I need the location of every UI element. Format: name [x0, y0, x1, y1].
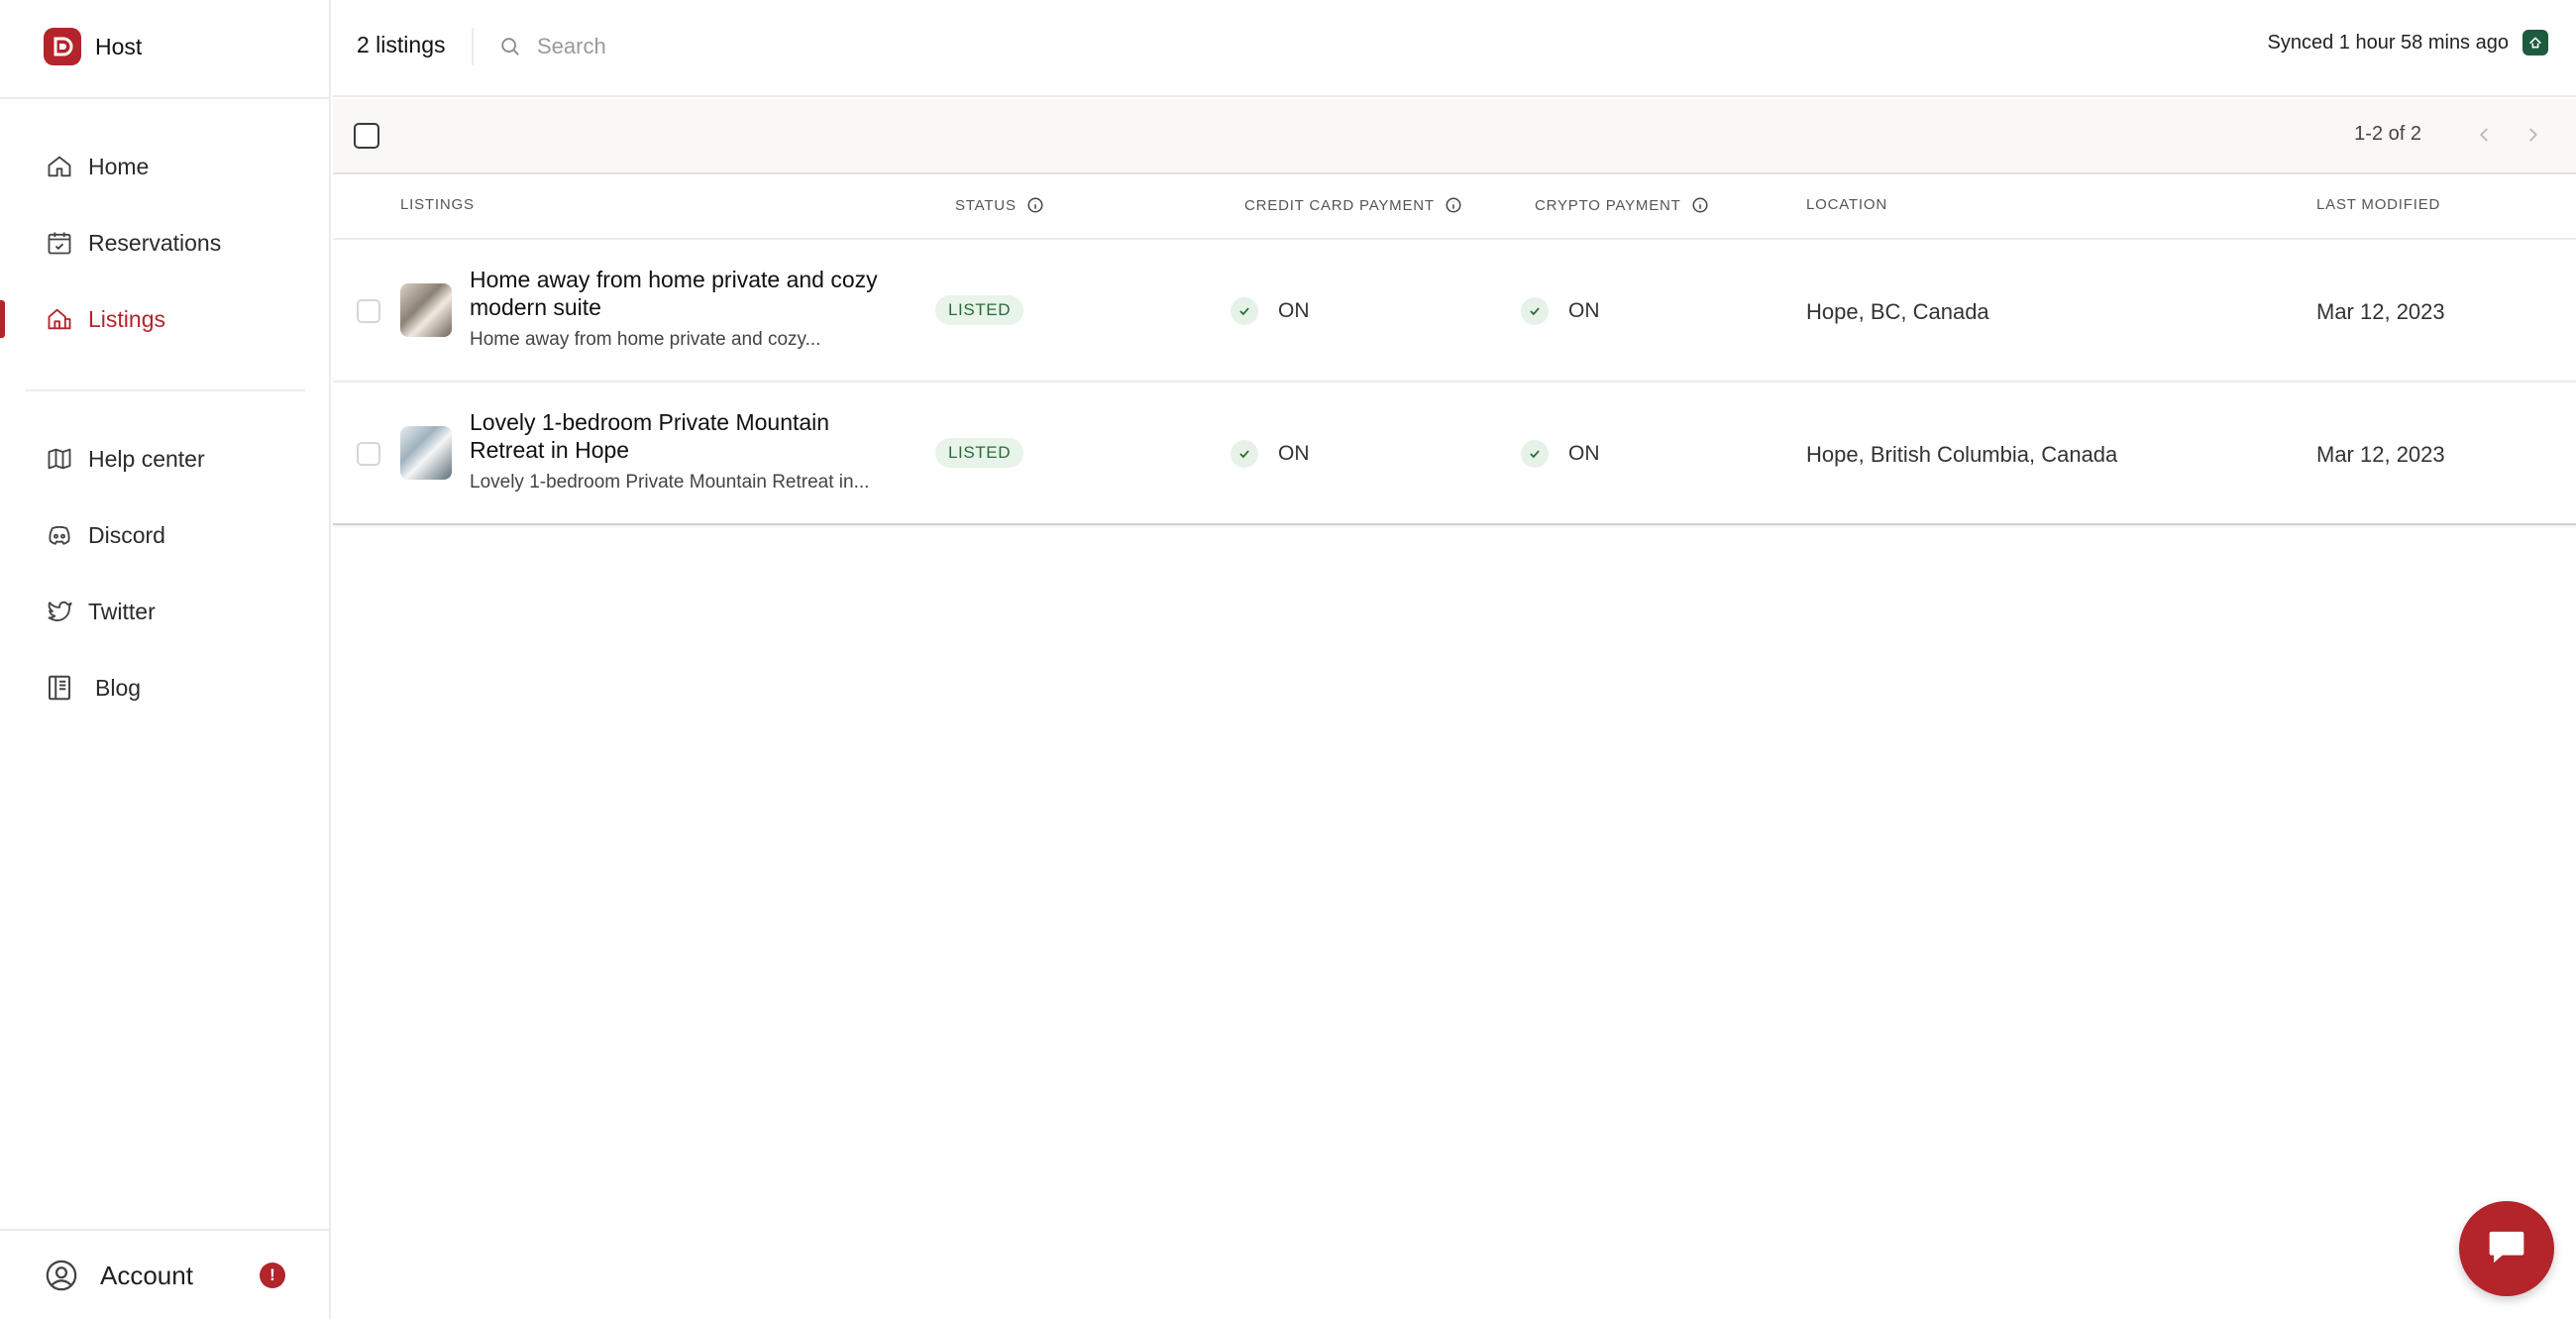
- column-header-last-modified[interactable]: LAST MODIFIED: [2316, 196, 2440, 213]
- sidebar-item-label: Reservations: [88, 229, 222, 256]
- sidebar-item-label: Blog: [95, 674, 142, 701]
- column-header-crypto[interactable]: CRYPTO PAYMENT: [1535, 196, 1709, 214]
- sidebar-item-label: Help center: [88, 445, 205, 472]
- listing-subtitle: Lovely 1-bedroom Private Mountain Retrea…: [470, 472, 870, 493]
- column-header-label: LISTINGS: [400, 196, 475, 213]
- sync-app-icon[interactable]: [2522, 30, 2548, 55]
- check-icon: [1231, 440, 1258, 468]
- crypto-label: ON: [1568, 442, 1600, 465]
- search-icon: [497, 34, 523, 59]
- sidebar-item-twitter[interactable]: Twitter: [0, 587, 331, 636]
- crypto-label: ON: [1568, 299, 1600, 322]
- calendar-icon: [44, 227, 75, 259]
- credit-card-label: ON: [1278, 442, 1310, 465]
- sidebar-item-home[interactable]: Home: [0, 142, 331, 191]
- sidebar-item-reservations[interactable]: Reservations: [0, 218, 331, 268]
- column-header-label: CREDIT CARD PAYMENT: [1244, 196, 1435, 214]
- listing-subtitle: Home away from home private and cozy...: [470, 329, 821, 350]
- twitter-icon: [44, 596, 75, 627]
- column-header-label: STATUS: [955, 196, 1017, 214]
- topbar: 2 listings Synced 1 hour 58 mins ago: [333, 0, 2576, 97]
- credit-card-status: ON: [1231, 297, 1310, 325]
- row-checkbox[interactable]: [357, 442, 380, 466]
- status-badge: LISTED: [935, 438, 1024, 468]
- column-header-label: LOCATION: [1806, 196, 1887, 213]
- account-menu[interactable]: Account !: [0, 1251, 331, 1300]
- credit-card-label: ON: [1278, 299, 1310, 322]
- sidebar-item-discord[interactable]: Discord: [0, 510, 331, 560]
- building-icon: [44, 303, 75, 335]
- map-icon: [44, 443, 75, 475]
- home-icon: [44, 151, 75, 182]
- info-icon[interactable]: [1445, 196, 1462, 214]
- user-circle-icon: [44, 1258, 79, 1293]
- next-page-button[interactable]: [2517, 119, 2548, 151]
- status-badge: LISTED: [935, 295, 1024, 325]
- alert-icon: !: [260, 1263, 285, 1288]
- select-all-checkbox[interactable]: [354, 123, 379, 149]
- sync-status: Synced 1 hour 58 mins ago: [2267, 30, 2548, 55]
- check-icon: [1521, 297, 1549, 325]
- divider: [26, 389, 305, 391]
- book-icon: [44, 672, 75, 704]
- crypto-status: ON: [1521, 297, 1600, 325]
- sidebar-item-listings[interactable]: Listings: [0, 294, 331, 344]
- chat-support-button[interactable]: [2459, 1201, 2554, 1296]
- listing-title[interactable]: Lovely 1-bedroom Private Mountain Retrea…: [470, 408, 896, 464]
- table-header: LISTINGS STATUS CREDIT CARD PAYMENT CRYP…: [333, 176, 2576, 240]
- location-cell: Hope, BC, Canada: [1806, 299, 1989, 324]
- sidebar: Host Home Reservations Listings Help cen…: [0, 0, 331, 1319]
- column-header-listings[interactable]: LISTINGS: [400, 196, 475, 213]
- sidebar-item-label: Home: [88, 153, 150, 179]
- row-checkbox[interactable]: [357, 299, 380, 323]
- divider: [0, 1229, 331, 1231]
- brand[interactable]: Host: [44, 28, 142, 65]
- crypto-status: ON: [1521, 440, 1600, 468]
- sidebar-item-help-center[interactable]: Help center: [0, 434, 331, 484]
- search-bar: [497, 28, 1131, 65]
- sync-text: Synced 1 hour 58 mins ago: [2267, 31, 2510, 54]
- location-cell: Hope, British Columbia, Canada: [1806, 442, 2118, 467]
- check-icon: [1231, 297, 1258, 325]
- check-icon: [1521, 440, 1549, 468]
- listing-title[interactable]: Home away from home private and cozy mod…: [470, 266, 896, 321]
- column-header-location[interactable]: LOCATION: [1806, 196, 1887, 213]
- sidebar-item-label: Twitter: [88, 598, 156, 624]
- brand-logo-icon: [44, 28, 81, 65]
- sidebar-item-blog[interactable]: Blog: [0, 663, 331, 713]
- credit-card-status: ON: [1231, 440, 1310, 468]
- listing-thumbnail: [400, 283, 452, 337]
- last-modified-cell: Mar 12, 2023: [2316, 299, 2445, 324]
- divider: [472, 28, 474, 65]
- search-input[interactable]: [537, 34, 1131, 59]
- discord-icon: [44, 519, 75, 551]
- column-header-label: CRYPTO PAYMENT: [1535, 196, 1681, 214]
- column-header-credit-card[interactable]: CREDIT CARD PAYMENT: [1244, 196, 1462, 214]
- prev-page-button[interactable]: [2469, 119, 2501, 151]
- last-modified-cell: Mar 12, 2023: [2316, 442, 2445, 467]
- pagination-text: 1-2 of 2: [2354, 123, 2421, 145]
- sidebar-item-label: Listings: [88, 305, 165, 332]
- info-icon[interactable]: [1691, 196, 1709, 214]
- column-header-label: LAST MODIFIED: [2316, 196, 2441, 213]
- listing-thumbnail: [400, 426, 452, 480]
- divider: [0, 97, 331, 99]
- sidebar-item-label: Discord: [88, 521, 165, 548]
- table-toolbar: 1-2 of 2: [333, 99, 2576, 174]
- listing-count: 2 listings: [357, 32, 446, 57]
- listings-table: LISTINGS STATUS CREDIT CARD PAYMENT CRYP…: [333, 176, 2576, 525]
- info-icon[interactable]: [1026, 196, 1044, 214]
- table-row[interactable]: Home away from home private and cozy mod…: [333, 240, 2576, 383]
- account-label: Account: [100, 1260, 193, 1290]
- table-row[interactable]: Lovely 1-bedroom Private Mountain Retrea…: [333, 383, 2576, 525]
- brand-name: Host: [95, 33, 143, 59]
- chat-bubble-icon: [2481, 1221, 2532, 1277]
- column-header-status[interactable]: STATUS: [955, 196, 1044, 214]
